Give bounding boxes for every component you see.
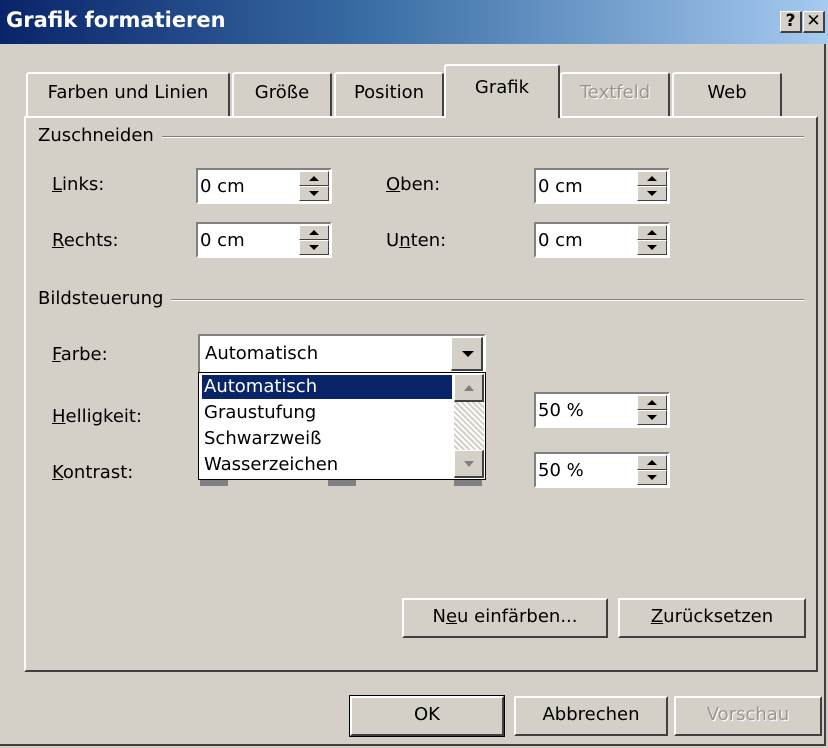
window-title: Grafik formatieren (6, 8, 226, 32)
spin-up-arrow-icon (647, 400, 657, 405)
rechts-label: Rechts: (52, 230, 119, 251)
tab-position[interactable]: Position (334, 72, 444, 116)
abbrechen-button[interactable]: Abbrechen (514, 696, 668, 736)
zuruecksetzen-button[interactable]: Zurücksetzen (618, 598, 806, 638)
oben-spinner[interactable]: 0 cm (534, 168, 670, 204)
neu-einfaerben-button[interactable]: Neu einfärben... (402, 598, 608, 638)
links-value[interactable]: 0 cm (200, 176, 245, 197)
dropdown-option-wasserzeichen[interactable]: Wasserzeichen (202, 453, 452, 477)
group-label-bildsteuerung: Bildsteuerung (38, 288, 172, 309)
helligkeit-slider-stub (200, 480, 228, 486)
farbe-value[interactable]: Automatisch (205, 343, 318, 364)
unten-spin-down-button[interactable] (637, 240, 667, 255)
farbe-dropdown-button[interactable] (451, 337, 483, 371)
unten-label-mnemonic: n (399, 230, 411, 251)
spin-down-arrow-icon (309, 191, 319, 196)
dropdown-option-graustufung[interactable]: Graustufung (202, 401, 452, 425)
rechts-spinner[interactable]: 0 cm (196, 222, 332, 258)
reset-label-text: urücksetzen (663, 606, 774, 627)
tab-web[interactable]: Web (672, 72, 782, 116)
farbe-label-mnemonic: F (52, 344, 61, 365)
unten-value[interactable]: 0 cm (538, 230, 583, 251)
scroll-up-button[interactable] (454, 374, 484, 402)
dropdown-option-schwarzweiss[interactable]: Schwarzweiß (202, 427, 452, 451)
recolor-label-text: u einfärben... (457, 606, 578, 627)
spin-down-arrow-icon (647, 475, 657, 480)
unten-spinner[interactable]: 0 cm (534, 222, 670, 258)
tab-grafik[interactable]: Grafik (444, 64, 560, 118)
unten-spin-up-button[interactable] (637, 225, 667, 240)
spin-down-arrow-icon (647, 415, 657, 420)
kontrast-label-mnemonic: K (52, 462, 63, 483)
helligkeit-value[interactable]: 50 % (538, 400, 584, 421)
kontrast-label: Kontrast: (52, 462, 133, 483)
links-label-text: inks: (62, 174, 105, 195)
recolor-label-pre: N (432, 606, 446, 627)
tab-groesse[interactable]: Größe (232, 72, 332, 116)
kontrast-label-text: ontrast: (62, 462, 134, 483)
help-button[interactable]: ? (780, 11, 802, 33)
helligkeit-label: Helligkeit: (52, 406, 142, 427)
links-spin-down-button[interactable] (299, 186, 329, 201)
kontrast-spin-down-button[interactable] (637, 470, 667, 485)
spin-down-arrow-icon (647, 245, 657, 250)
unten-label-text: ten: (410, 230, 447, 251)
oben-value[interactable]: 0 cm (538, 176, 583, 197)
rechts-label-mnemonic: R (52, 230, 64, 251)
helligkeit-label-mnemonic: H (52, 406, 66, 427)
helligkeit-spinner[interactable]: 50 % (534, 392, 670, 428)
links-spin-up-button[interactable] (299, 171, 329, 186)
dropdown-scrollbar[interactable] (454, 374, 484, 478)
oben-label-mnemonic: O (386, 174, 401, 195)
spin-down-arrow-icon (309, 245, 319, 250)
spin-up-arrow-icon (309, 230, 319, 235)
links-label-mnemonic: L (52, 174, 63, 195)
spin-up-arrow-icon (309, 176, 319, 181)
spin-up-arrow-icon (647, 230, 657, 235)
tab-textfeld: Textfeld (560, 72, 670, 116)
oben-label-text: ben: (400, 174, 441, 195)
spin-up-arrow-icon (647, 176, 657, 181)
oben-label: Oben: (386, 174, 440, 195)
close-button[interactable]: ✕ (803, 11, 825, 33)
farbe-label-text: arbe: (60, 344, 108, 365)
kontrast-value[interactable]: 50 % (538, 460, 584, 481)
rechts-label-text: echts: (63, 230, 119, 251)
spin-down-arrow-icon (647, 191, 657, 196)
farbe-combobox[interactable]: Automatisch (198, 334, 486, 374)
helligkeit-spin-down-button[interactable] (637, 410, 667, 425)
chevron-down-icon (462, 351, 474, 357)
slider-stub (454, 480, 482, 486)
title-bar[interactable]: Grafik formatieren ? ✕ (0, 0, 828, 44)
scroll-down-arrow-icon (464, 461, 474, 467)
tab-farben-und-linien[interactable]: Farben und Linien (26, 72, 230, 116)
unten-label: Unten: (386, 230, 446, 251)
spin-up-arrow-icon (647, 460, 657, 465)
farbe-label: Farbe: (52, 344, 108, 365)
ok-button[interactable]: OK (349, 695, 505, 737)
dropdown-option-automatisch[interactable]: Automatisch (202, 375, 452, 399)
helligkeit-label-text: elligkeit: (65, 406, 143, 427)
links-label: Links: (52, 174, 104, 195)
farbe-dropdown-list[interactable]: Automatisch Graustufung Schwarzweiß Wass… (198, 372, 486, 480)
rechts-value[interactable]: 0 cm (200, 230, 245, 251)
oben-spin-down-button[interactable] (637, 186, 667, 201)
rechts-spin-up-button[interactable] (299, 225, 329, 240)
kontrast-spinner[interactable]: 50 % (534, 452, 670, 488)
kontrast-spin-up-button[interactable] (637, 455, 667, 470)
kontrast-slider-stub (328, 480, 356, 486)
oben-spin-up-button[interactable] (637, 171, 667, 186)
vorschau-button: Vorschau (674, 696, 822, 736)
reset-label-mnemonic: Z (650, 606, 664, 627)
group-label-zuschneiden: Zuschneiden (38, 125, 162, 146)
scroll-down-button[interactable] (454, 450, 484, 478)
links-spinner[interactable]: 0 cm (196, 168, 332, 204)
rechts-spin-down-button[interactable] (299, 240, 329, 255)
helligkeit-spin-up-button[interactable] (637, 395, 667, 410)
unten-label-pre: U (386, 230, 400, 251)
scroll-up-arrow-icon (464, 385, 474, 391)
recolor-label-mnemonic: e (445, 606, 458, 627)
